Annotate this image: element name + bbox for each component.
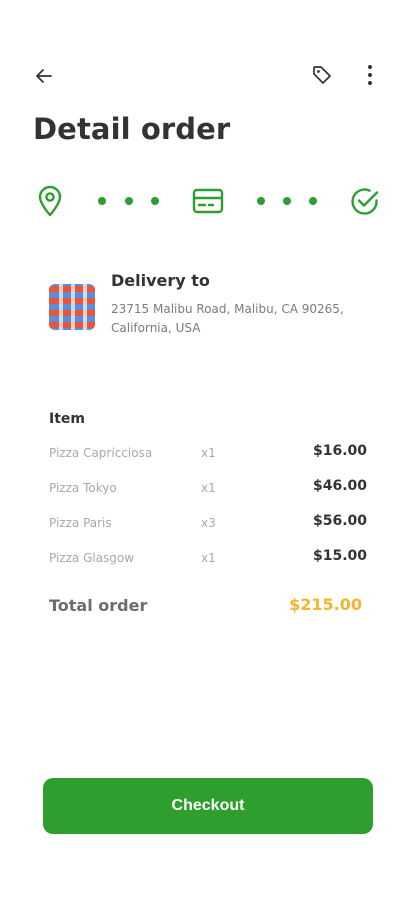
- item-price: $16.00: [312, 443, 367, 459]
- order-stepper: [33, 183, 383, 219]
- item-quantity: x3: [201, 516, 216, 530]
- order-item-row: Pizza Capricciosa x1 $16.00: [49, 443, 367, 465]
- map-icon: [49, 284, 95, 330]
- item-price: $56.00: [312, 513, 367, 529]
- tag-button[interactable]: [308, 61, 336, 89]
- delivery-title: Delivery to: [111, 271, 210, 290]
- location-pin-icon: [38, 185, 62, 217]
- item-price: $46.00: [312, 478, 367, 494]
- item-quantity: x1: [201, 481, 216, 495]
- step-dot: [151, 197, 159, 205]
- order-item-row: Pizza Paris x3 $56.00: [49, 513, 367, 535]
- order-item-row: Pizza Tokyo x1 $46.00: [49, 478, 367, 500]
- step-dot: [125, 197, 133, 205]
- item-quantity: x1: [201, 446, 216, 460]
- check-circle-icon: [351, 188, 379, 215]
- total-order-label: Total order: [49, 596, 148, 615]
- back-button[interactable]: [30, 62, 58, 90]
- step-dot: [257, 197, 265, 205]
- arrow-left-icon: [36, 69, 52, 83]
- more-button[interactable]: [356, 61, 384, 89]
- total-order-value: $215.00: [289, 595, 362, 614]
- items-header: Item: [49, 411, 85, 427]
- item-quantity: x1: [201, 551, 216, 565]
- step-dot: [309, 197, 317, 205]
- step-dot: [283, 197, 291, 205]
- delivery-address: 23715 Malibu Road, Malibu, CA 90265, Cal…: [111, 302, 344, 335]
- page-title: Detail order: [33, 112, 231, 146]
- item-name: Pizza Paris: [49, 516, 112, 530]
- order-item-row: Pizza Glasgow x1 $15.00: [49, 548, 367, 570]
- item-name: Pizza Glasgow: [49, 551, 135, 565]
- tag-icon: [313, 66, 331, 84]
- item-price: $15.00: [312, 548, 367, 564]
- step-dot: [98, 197, 106, 205]
- more-vertical-icon: [368, 65, 372, 85]
- checkout-button[interactable]: Checkout: [43, 778, 373, 834]
- item-name: Pizza Capricciosa: [49, 446, 153, 460]
- delivery-map-thumbnail: [49, 284, 95, 330]
- item-name: Pizza Tokyo: [49, 481, 117, 495]
- credit-card-icon: [192, 188, 224, 214]
